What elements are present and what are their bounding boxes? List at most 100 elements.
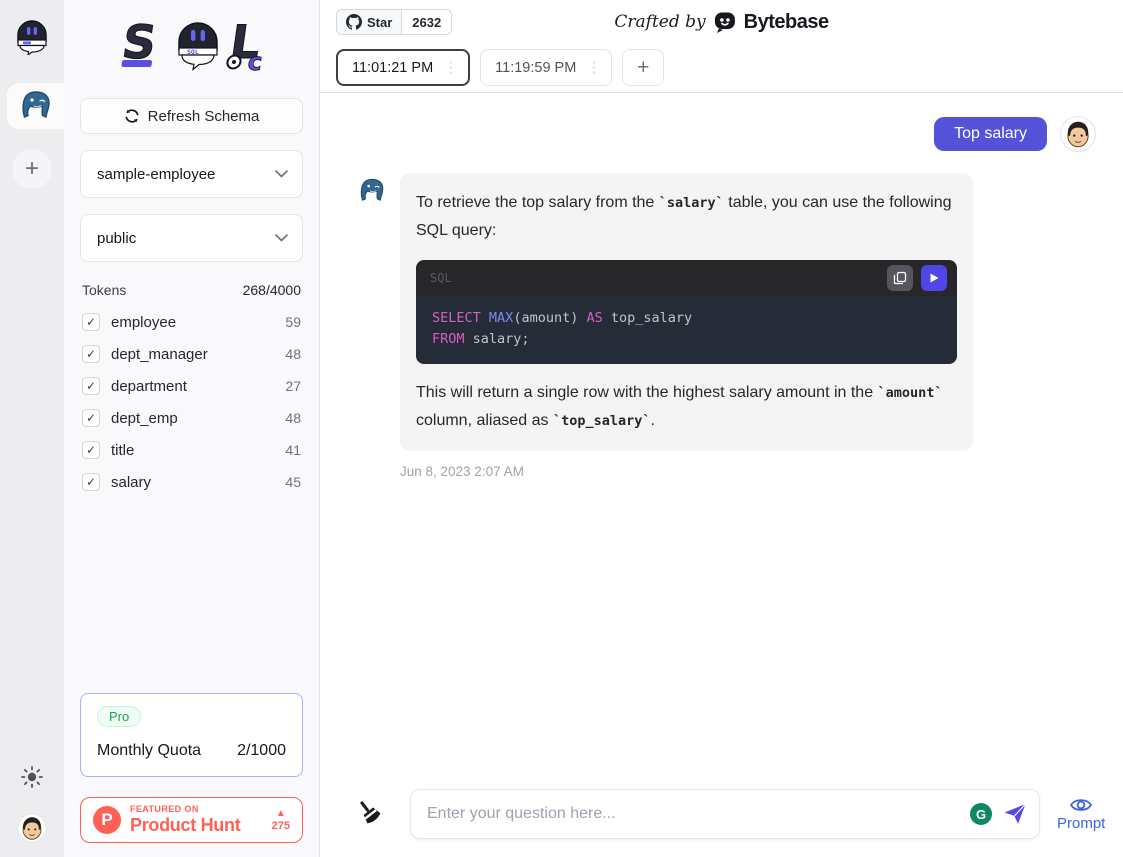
composer: G Prompt bbox=[320, 789, 1123, 857]
table-row: ✓ department 27 bbox=[80, 370, 303, 402]
table-checkbox[interactable]: ✓ bbox=[82, 345, 100, 363]
robot-head-icon bbox=[14, 17, 50, 55]
github-star-button[interactable]: Star 2632 bbox=[336, 9, 452, 35]
connection-select[interactable]: sample-employee bbox=[80, 150, 303, 198]
refresh-icon bbox=[124, 108, 140, 124]
prompt-button[interactable]: Prompt bbox=[1057, 796, 1105, 832]
main-panel: Star 2632 Crafted by Bytebase bbox=[320, 0, 1123, 857]
code-block-header: SQL bbox=[416, 260, 957, 296]
crafted-by[interactable]: Crafted by Bytebase bbox=[614, 10, 828, 34]
bot-message-bubble: To retrieve the top salary from the `sal… bbox=[400, 173, 973, 451]
add-connection-button[interactable]: + bbox=[12, 149, 52, 189]
tab-menu-icon[interactable]: ⋮ bbox=[586, 60, 601, 75]
question-input[interactable] bbox=[427, 805, 959, 823]
prompt-label: Prompt bbox=[1057, 815, 1105, 832]
sqlchat-logo: S SQL L c bbox=[80, 0, 303, 86]
star-label: Star bbox=[367, 15, 392, 30]
schema-select[interactable]: public bbox=[80, 214, 303, 262]
refresh-schema-button[interactable]: Refresh Schema bbox=[80, 98, 303, 134]
table-row: ✓ dept_emp 48 bbox=[80, 402, 303, 434]
quota-card: Pro Monthly Quota 2/1000 bbox=[80, 693, 303, 777]
conversation-tab[interactable]: 11:19:59 PM ⋮ bbox=[480, 49, 612, 86]
table-token-count: 27 bbox=[285, 378, 301, 394]
send-icon bbox=[1003, 803, 1027, 825]
table-name: title bbox=[111, 442, 274, 459]
tab-label: 11:19:59 PM bbox=[495, 60, 576, 76]
inline-code: `salary` bbox=[659, 195, 724, 211]
tokens-value: 268/4000 bbox=[243, 282, 301, 298]
table-name: salary bbox=[111, 474, 274, 491]
user-account-avatar[interactable] bbox=[17, 813, 47, 843]
bot-message-outro: This will return a single row with the h… bbox=[416, 379, 957, 435]
sqlchat-bot-avatar[interactable] bbox=[12, 15, 52, 57]
inline-code: `top_salary` bbox=[553, 413, 651, 429]
code-language-label: SQL bbox=[430, 264, 452, 292]
table-token-count: 45 bbox=[285, 474, 301, 490]
connection-item-postgres[interactable] bbox=[7, 83, 64, 129]
chat-area: Top salary bbox=[320, 93, 1123, 789]
upvote-icon: ▲ bbox=[276, 809, 286, 819]
github-icon bbox=[346, 14, 362, 30]
user-face-icon bbox=[1061, 117, 1095, 151]
sun-icon bbox=[21, 766, 43, 788]
bot-message-intro: To retrieve the top salary from the `sal… bbox=[416, 189, 957, 245]
conversation-tabs: 11:01:21 PM ⋮ 11:19:59 PM ⋮ + bbox=[336, 49, 1107, 86]
quota-value: 2/1000 bbox=[237, 742, 286, 760]
table-name: department bbox=[111, 378, 274, 395]
copy-icon bbox=[893, 271, 907, 285]
sidebar: S SQL L c bbox=[64, 0, 320, 857]
connection-rail: + bbox=[0, 0, 64, 857]
product-hunt-featured-label: FEATURED ON bbox=[130, 804, 240, 814]
bot-message-row: To retrieve the top salary from the `sal… bbox=[358, 173, 1096, 451]
table-name: dept_manager bbox=[111, 346, 274, 363]
svg-text:c: c bbox=[246, 48, 264, 76]
message-timestamp: Jun 8, 2023 2:07 AM bbox=[400, 464, 1096, 479]
chevron-down-icon bbox=[275, 170, 288, 178]
sql-chat-app: + bbox=[0, 0, 1123, 857]
table-row: ✓ dept_manager 48 bbox=[80, 338, 303, 370]
product-hunt-badge[interactable]: P FEATURED ON Product Hunt ▲ 275 bbox=[80, 797, 303, 843]
tokens-label: Tokens bbox=[82, 282, 126, 298]
copy-code-button[interactable] bbox=[887, 265, 913, 291]
table-row: ✓ salary 45 bbox=[80, 466, 303, 498]
postgresql-icon bbox=[358, 177, 386, 205]
grammarly-icon[interactable]: G bbox=[970, 803, 992, 825]
inline-code: `amount` bbox=[878, 385, 943, 401]
bytebase-logo-icon bbox=[713, 10, 737, 34]
product-hunt-name: Product Hunt bbox=[130, 815, 240, 836]
postgresql-icon bbox=[19, 89, 53, 123]
quota-label: Monthly Quota bbox=[97, 742, 201, 760]
connection-select-value: sample-employee bbox=[97, 166, 215, 183]
tokens-summary: Tokens 268/4000 bbox=[82, 282, 301, 298]
table-row: ✓ title 41 bbox=[80, 434, 303, 466]
table-checkbox[interactable]: ✓ bbox=[82, 377, 100, 395]
table-checkbox[interactable]: ✓ bbox=[82, 313, 100, 331]
sidebar-spacer bbox=[80, 498, 303, 693]
conversation-tab-active[interactable]: 11:01:21 PM ⋮ bbox=[336, 49, 470, 86]
user-face-icon bbox=[17, 813, 47, 843]
send-button[interactable] bbox=[1003, 803, 1027, 825]
table-checkbox[interactable]: ✓ bbox=[82, 473, 100, 491]
main-header: Star 2632 Crafted by Bytebase bbox=[320, 0, 1123, 93]
table-checkbox[interactable]: ✓ bbox=[82, 409, 100, 427]
table-name: dept_emp bbox=[111, 410, 274, 427]
pro-plan-badge: Pro bbox=[97, 706, 141, 727]
table-list: ✓ employee 59 ✓ dept_manager 48 ✓ depart… bbox=[80, 306, 303, 498]
schema-select-value: public bbox=[97, 230, 136, 247]
tab-menu-icon[interactable]: ⋮ bbox=[443, 60, 458, 75]
table-token-count: 48 bbox=[285, 346, 301, 362]
new-conversation-button[interactable]: + bbox=[622, 49, 664, 86]
run-query-button[interactable] bbox=[921, 265, 947, 291]
theme-toggle-button[interactable] bbox=[21, 766, 43, 793]
table-checkbox[interactable]: ✓ bbox=[82, 441, 100, 459]
clear-conversation-button[interactable] bbox=[356, 798, 382, 831]
table-name: employee bbox=[111, 314, 274, 331]
product-hunt-logo-icon: P bbox=[93, 806, 121, 834]
user-avatar bbox=[1060, 116, 1096, 152]
play-icon bbox=[928, 272, 940, 284]
refresh-schema-label: Refresh Schema bbox=[148, 108, 260, 125]
eye-icon bbox=[1069, 796, 1093, 814]
user-message-bubble: Top salary bbox=[934, 117, 1047, 151]
broom-icon bbox=[356, 798, 382, 826]
bytebase-brand-name: Bytebase bbox=[744, 11, 829, 34]
